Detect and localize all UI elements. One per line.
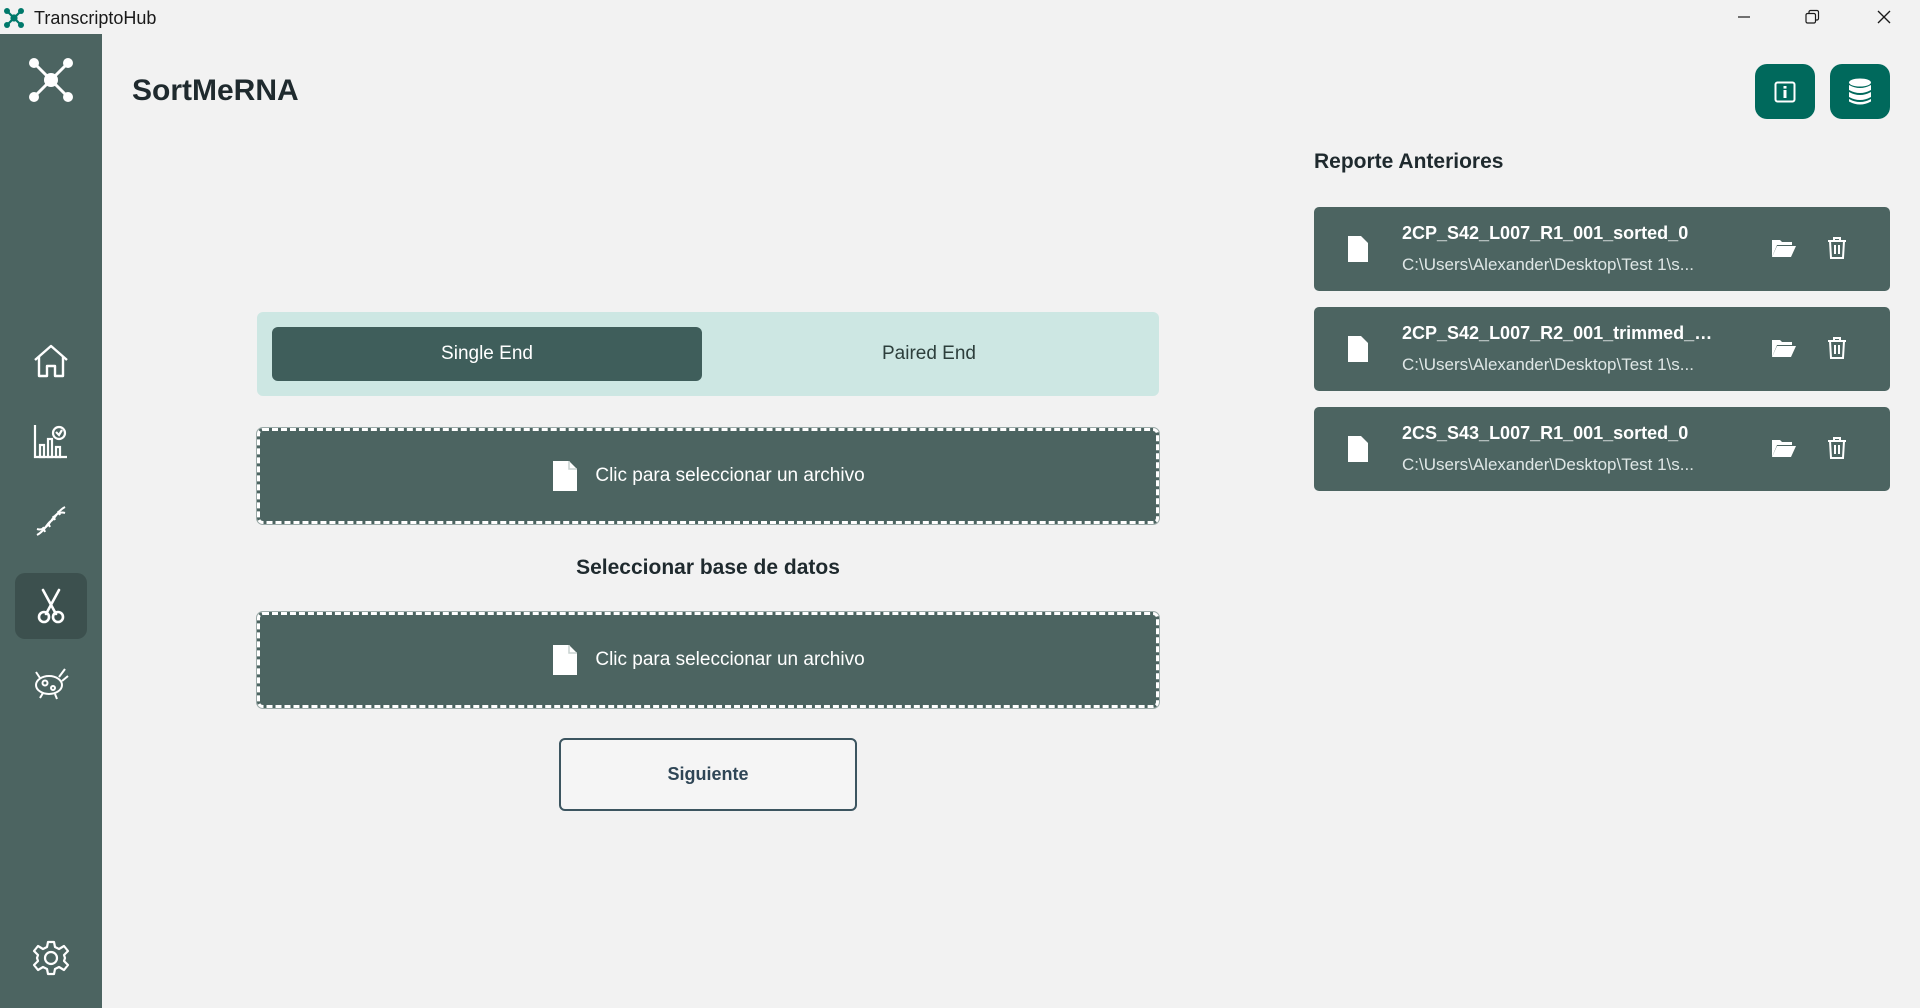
file-icon — [553, 461, 578, 491]
home-icon — [34, 344, 68, 378]
file-icon — [1348, 336, 1368, 362]
info-icon — [1774, 81, 1796, 102]
database-file-picker[interactable]: Clic para seleccionar un archivo — [256, 611, 1160, 709]
report-name: 2CP_S42_L007_R2_001_trimmed_0_... — [1402, 323, 1722, 343]
report-path: C:\Users\Alexander\Desktop\Test 1\s... — [1402, 255, 1694, 274]
sidebar — [0, 34, 102, 1008]
gear-icon — [32, 940, 70, 976]
report-name: 2CS_S43_L007_R1_001_sorted_0 — [1402, 423, 1689, 443]
open-folder-button[interactable] — [1769, 433, 1799, 463]
app-title: TranscriptoHub — [34, 8, 157, 28]
close-button[interactable] — [1850, 0, 1918, 34]
nav-settings[interactable] — [15, 925, 87, 991]
folder-open-icon — [1772, 240, 1796, 257]
folder-open-icon — [1772, 340, 1796, 357]
nav-bacteria[interactable] — [15, 648, 87, 714]
next-button[interactable]: Siguiente — [559, 738, 857, 811]
report-item[interactable]: 2CP_S42_L007_R1_001_sorted_0 C:\Users\Al… — [1314, 207, 1890, 291]
database-heading: Seleccionar base de datos — [576, 556, 840, 579]
file-picker[interactable]: Clic para seleccionar un archivo — [256, 427, 1160, 525]
network-logo-icon[interactable] — [27, 56, 75, 104]
nav-dna[interactable] — [15, 488, 87, 554]
chart-analysis-icon — [33, 425, 67, 459]
nav-sortmerna[interactable] — [15, 573, 87, 639]
database-icon — [1849, 78, 1871, 104]
page-title: SortMeRNA — [132, 74, 299, 107]
scissors-icon — [37, 588, 65, 624]
file-picker-label: Clic para seleccionar un archivo — [595, 465, 865, 486]
reports-title: Reporte Anteriores — [1314, 150, 1504, 173]
paired-end-option[interactable]: Paired End — [714, 327, 1144, 381]
trash-icon — [1828, 437, 1846, 459]
file-icon — [1348, 436, 1368, 462]
trash-icon — [1828, 337, 1846, 359]
mode-toggle: Single End Paired End — [257, 312, 1159, 396]
delete-button[interactable] — [1822, 233, 1852, 263]
database-picker-label: Clic para seleccionar un archivo — [595, 649, 865, 670]
delete-button[interactable] — [1822, 433, 1852, 463]
report-path: C:\Users\Alexander\Desktop\Test 1\s... — [1402, 455, 1694, 474]
close-icon — [1877, 10, 1891, 24]
delete-button[interactable] — [1822, 333, 1852, 363]
dna-icon — [36, 506, 66, 536]
single-end-option[interactable]: Single End — [272, 327, 702, 381]
open-folder-button[interactable] — [1769, 333, 1799, 363]
title-bar: TranscriptoHub — [0, 0, 1920, 34]
restore-button[interactable] — [1778, 0, 1846, 34]
nav-analysis[interactable] — [15, 408, 87, 474]
file-icon — [553, 645, 578, 675]
app-logo-icon — [4, 8, 24, 28]
nav-home[interactable] — [15, 328, 87, 394]
file-icon — [1348, 236, 1368, 262]
minimize-button[interactable] — [1710, 0, 1778, 34]
database-button[interactable] — [1830, 64, 1890, 119]
open-folder-button[interactable] — [1769, 233, 1799, 263]
info-button[interactable] — [1755, 64, 1815, 119]
folder-open-icon — [1772, 440, 1796, 457]
minimize-icon — [1738, 16, 1750, 18]
report-item[interactable]: 2CP_S42_L007_R2_001_trimmed_0_... C:\Use… — [1314, 307, 1890, 391]
report-name: 2CP_S42_L007_R1_001_sorted_0 — [1402, 223, 1689, 243]
report-item[interactable]: 2CS_S43_L007_R1_001_sorted_0 C:\Users\Al… — [1314, 407, 1890, 491]
trash-icon — [1828, 237, 1846, 259]
report-path: C:\Users\Alexander\Desktop\Test 1\s... — [1402, 355, 1694, 374]
restore-icon — [1805, 9, 1820, 24]
microbe-icon — [35, 668, 69, 700]
